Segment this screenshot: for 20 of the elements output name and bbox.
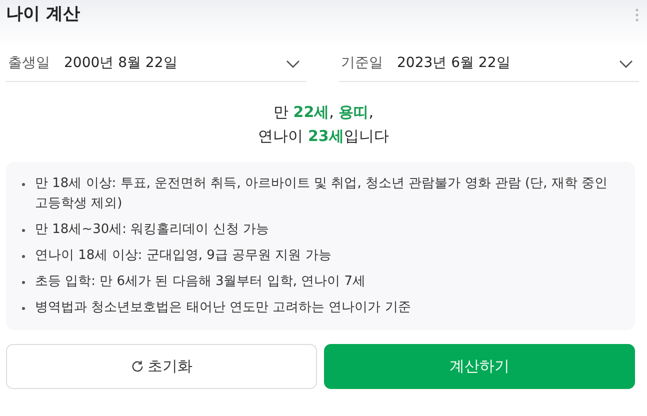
note-text: 연나이 18세 이상: 군대입영, 9급 공무원 지원 가능: [35, 247, 332, 265]
reset-button[interactable]: 초기화: [6, 344, 317, 389]
refresh-icon: [130, 360, 144, 373]
page-title: 나이 계산: [6, 4, 80, 24]
bullet-icon: [22, 255, 25, 258]
date-select[interactable]: 기준일 2023년 6월 22일: [339, 46, 639, 82]
result-text: 만 22세, 용띠,: [272, 102, 374, 123]
note-text: 만 18세 이상: 투표, 운전면허 취득, 아르바이트 및 취업, 청소년 관람불가 영화 관람 (단, 재학 중인 고등학생 제외): [35, 175, 609, 213]
bullet-icon: [22, 183, 25, 186]
note-text: 병역법과 청소년보호법은 태어난 연도만 고려하는 연나이가 기준: [35, 299, 411, 317]
chevron-down-icon: [286, 60, 300, 68]
more-options-icon[interactable]: [635, 8, 639, 22]
bullet-icon: [22, 281, 25, 284]
bullet-icon: [22, 307, 25, 310]
chevron-down-icon: [619, 60, 633, 68]
note-text: 만 18세~30세: 워킹홀리데이 신청 가능: [35, 221, 269, 239]
note-text: 초등 입학: 만 6세가 된 다음해 3월부터 입학, 연나이 7세: [35, 273, 366, 291]
date-select[interactable]: 출생일 2000년 8월 22일: [6, 46, 306, 82]
result-text: 연나이 23세입니다: [257, 126, 390, 147]
bullet-icon: [22, 229, 25, 232]
